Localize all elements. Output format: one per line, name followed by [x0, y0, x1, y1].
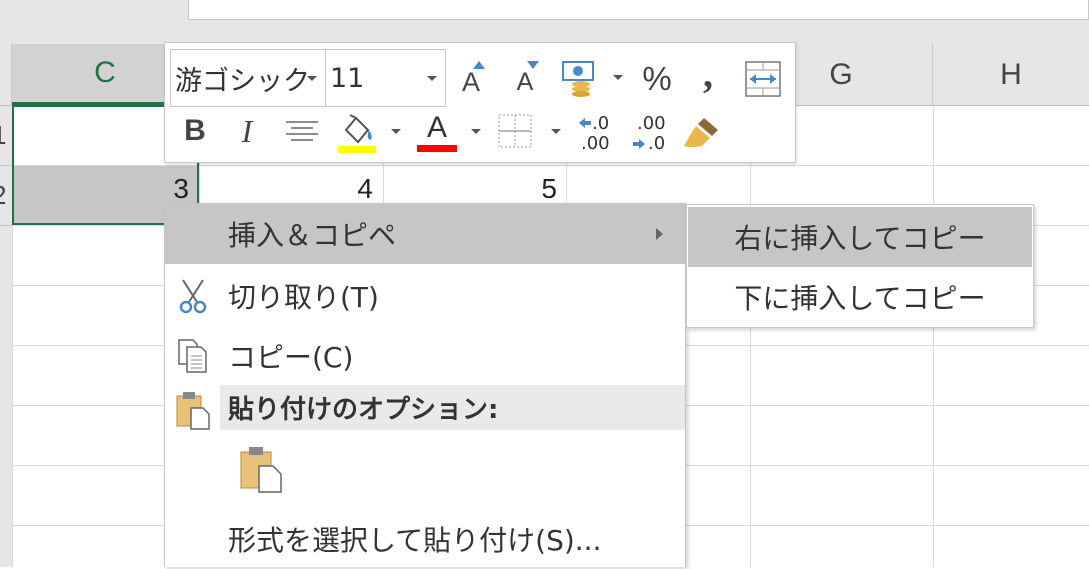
paste-clipboard-icon	[240, 447, 282, 493]
font-color-letter: A	[426, 111, 447, 144]
right-arrow-icon	[633, 139, 645, 149]
scissors-icon	[179, 279, 207, 314]
grid-line	[933, 106, 934, 567]
grid-line	[750, 106, 751, 567]
chevron-down-icon[interactable]	[391, 129, 401, 134]
chevron-down-icon[interactable]	[427, 76, 437, 81]
copy-icon	[178, 339, 207, 373]
paint-bucket-icon	[338, 114, 376, 153]
menu-item-label: 切り取り(T)	[228, 281, 379, 314]
center-align-icon[interactable]	[283, 115, 321, 147]
menu-item-copy[interactable]: コピー(C)	[165, 326, 685, 386]
fill-color-swatch	[338, 146, 376, 153]
up-arrow-icon	[473, 61, 485, 69]
comma-style-icon[interactable]: ,	[693, 51, 723, 96]
insert-copy-submenu: 右に挿入してコピー 下に挿入してコピー	[686, 204, 1034, 328]
menu-item-label: 挿入＆コピペ	[228, 219, 397, 252]
font-name-combo[interactable]: 游ゴシック	[170, 49, 326, 107]
row-header-rest	[0, 226, 12, 567]
cell-d2[interactable]: 4	[200, 173, 373, 205]
decrease-decimal-bottom: .0	[648, 133, 666, 154]
chevron-down-icon[interactable]	[307, 76, 317, 81]
decrease-font-size-icon[interactable]: A	[509, 57, 541, 99]
bold-button[interactable]: B	[179, 111, 211, 151]
font-color-icon[interactable]: A	[417, 109, 457, 155]
borders-icon[interactable]	[497, 113, 533, 149]
format-painter-icon[interactable]	[681, 113, 721, 153]
row-header-2[interactable]: 2	[0, 166, 12, 226]
merge-cells-icon	[745, 61, 781, 97]
paintbrush-icon	[684, 118, 718, 147]
formula-bar[interactable]	[188, 0, 1089, 20]
accounting-format-icon[interactable]	[559, 59, 599, 99]
mini-toolbar: 游ゴシック 11 A A % , B I A .0 .00 .00 .0	[164, 42, 796, 163]
chevron-down-icon[interactable]	[551, 129, 561, 134]
fill-color-icon[interactable]	[335, 109, 377, 155]
menu-item-insert-copy[interactable]: 挿入＆コピペ	[165, 204, 685, 264]
paste-options-header: 貼り付けのオプション:	[220, 385, 685, 430]
merge-center-icon[interactable]	[743, 59, 783, 99]
increase-decimal-top: .0	[592, 113, 610, 134]
down-arrow-icon	[527, 61, 539, 69]
percent-style-icon[interactable]: %	[637, 59, 677, 99]
increase-decimal-bottom: .00	[581, 133, 610, 154]
menu-item-label: コピー(C)	[228, 341, 354, 374]
chevron-down-icon[interactable]	[613, 75, 623, 80]
menu-item-cut[interactable]: 切り取り(T)	[165, 266, 685, 326]
paste-button[interactable]	[237, 444, 283, 496]
menu-item-insert-right[interactable]: 右に挿入してコピー	[688, 207, 1032, 267]
cell-c2[interactable]: 3	[14, 173, 189, 205]
select-all-corner[interactable]	[0, 44, 12, 105]
clipboard-icon	[176, 392, 210, 430]
left-arrow-icon	[579, 118, 591, 128]
grow-font-letter: A	[461, 66, 480, 97]
font-size-combo[interactable]: 11	[325, 49, 446, 107]
money-icon	[562, 61, 594, 97]
font-color-swatch	[417, 145, 457, 152]
font-size-value: 11	[330, 62, 365, 94]
increase-decimal-icon[interactable]: .0 .00	[577, 111, 617, 155]
decrease-decimal-icon[interactable]: .00 .0	[631, 111, 671, 155]
row-header-1[interactable]: 1	[0, 106, 12, 166]
increase-font-size-icon[interactable]: A	[455, 57, 487, 99]
shrink-font-letter: A	[516, 67, 534, 96]
menu-item-insert-down[interactable]: 下に挿入してコピー	[688, 267, 1032, 327]
grid-border-icon	[498, 114, 532, 148]
decrease-decimal-top: .00	[637, 113, 666, 134]
cell-e2[interactable]: 5	[384, 173, 557, 205]
menu-item-paste-special[interactable]: 形式を選択して貼り付け(S)...	[165, 509, 685, 569]
italic-button[interactable]: I	[231, 111, 263, 151]
context-menu: 挿入＆コピペ 切り取り(T) コピー(C) 貼り付けのオプション: 形式を選択し…	[164, 203, 686, 567]
chevron-down-icon[interactable]	[471, 129, 481, 134]
align-lines-icon	[286, 121, 318, 141]
column-header-h[interactable]: H	[933, 44, 1089, 105]
font-name-value: 游ゴシック	[175, 65, 310, 97]
menu-item-label: 形式を選択して貼り付け(S)...	[228, 524, 602, 557]
submenu-arrow-icon	[656, 228, 663, 240]
